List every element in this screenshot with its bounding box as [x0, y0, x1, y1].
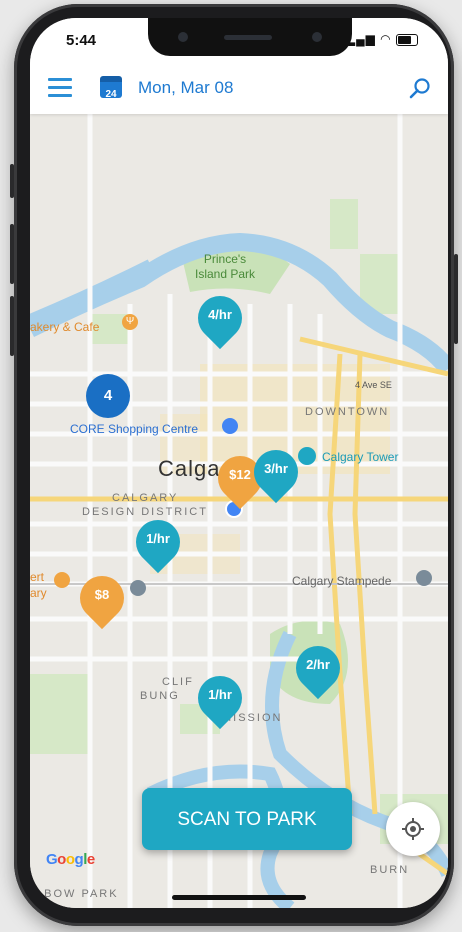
- neighbourhood-label-1: CLIF: [162, 676, 194, 688]
- poi-label-ert: ert: [30, 570, 45, 584]
- park-label: Prince's Island Park: [195, 252, 255, 282]
- status-time: 5:44: [66, 32, 97, 49]
- date-selector[interactable]: Mon, Mar 08: [138, 78, 233, 98]
- app-bar: 24 Mon, Mar 08: [30, 62, 448, 114]
- core-shopping-label: CORE Shopping Centre: [70, 422, 199, 436]
- parking-pin-4[interactable]: 1/hr: [126, 510, 190, 574]
- downtown-label: DOWNTOWN: [305, 406, 390, 418]
- elbow-park-label: LBOW PARK: [36, 888, 119, 900]
- parking-pin-6[interactable]: 2/hr: [286, 636, 350, 700]
- calgary-tower-label: Calgary Tower: [322, 450, 399, 464]
- design-district-line-2: DESIGN DISTRICT: [82, 506, 208, 518]
- pin-label: 1/hr: [208, 687, 232, 702]
- notch: [148, 18, 352, 56]
- bakery-label: akery & Cafe: [30, 320, 100, 334]
- restaurant-icon: Ψ: [122, 314, 138, 330]
- stampede-label: Calgary Stampede: [292, 574, 392, 588]
- crosshair-icon: [402, 818, 424, 840]
- battery-icon: [396, 33, 418, 46]
- park-label-line-2: Island Park: [195, 267, 256, 281]
- parking-cluster[interactable]: 4: [86, 374, 130, 418]
- park-label-line-1: Prince's: [203, 252, 247, 266]
- pin-label: $8: [94, 587, 110, 602]
- my-location-button[interactable]: [386, 802, 440, 856]
- place-marker-icon: [130, 580, 146, 596]
- scan-to-park-button[interactable]: SCAN TO PARK: [142, 788, 352, 850]
- pin-label: 4/hr: [208, 307, 232, 322]
- design-district-line-1: CALGARY: [112, 492, 179, 504]
- phone-screen: 5:44 ▂▄▆ ◠ 24 Mon, Mar 08 Prince's Islan…: [30, 18, 448, 908]
- city-label: Calga: [158, 456, 221, 481]
- street-label: 4 Ave SE: [355, 380, 392, 390]
- pin-label: 3/hr: [264, 461, 288, 476]
- status-icons: ▂▄▆ ◠: [346, 32, 418, 46]
- speaker-grille: [224, 35, 272, 40]
- pin-label: 2/hr: [306, 657, 330, 672]
- parking-pin-5[interactable]: $8: [70, 566, 134, 630]
- neighbourhood-label-2: BUNG: [140, 690, 180, 702]
- pin-label: 1/hr: [146, 531, 170, 546]
- mute-switch: [10, 164, 14, 198]
- map-view[interactable]: Prince's Island Park akery & Cafe Ψ CORE…: [30, 114, 448, 908]
- stampede-icon: [416, 570, 432, 586]
- volume-up-button: [10, 224, 14, 284]
- home-indicator[interactable]: [172, 895, 306, 900]
- restaurant-icon-2: [54, 572, 70, 588]
- google-logo: Google: [46, 851, 95, 868]
- calendar-icon[interactable]: 24: [100, 76, 122, 100]
- wifi-icon: ◠: [380, 32, 392, 46]
- menu-icon[interactable]: [48, 78, 72, 98]
- parking-pin-3[interactable]: 3/hr: [244, 440, 308, 504]
- shopping-icon: [222, 418, 238, 434]
- sensor: [312, 32, 322, 42]
- power-button: [454, 254, 458, 344]
- volume-down-button: [10, 296, 14, 356]
- search-icon[interactable]: [408, 76, 432, 100]
- poi-label-ary: ary: [30, 586, 47, 600]
- burns-label: BURN: [370, 864, 410, 876]
- parking-pin-7[interactable]: 1/hr: [188, 666, 252, 730]
- parking-pin-1[interactable]: 4/hr: [188, 286, 252, 350]
- front-camera: [178, 32, 188, 42]
- tower-icon: [298, 447, 316, 465]
